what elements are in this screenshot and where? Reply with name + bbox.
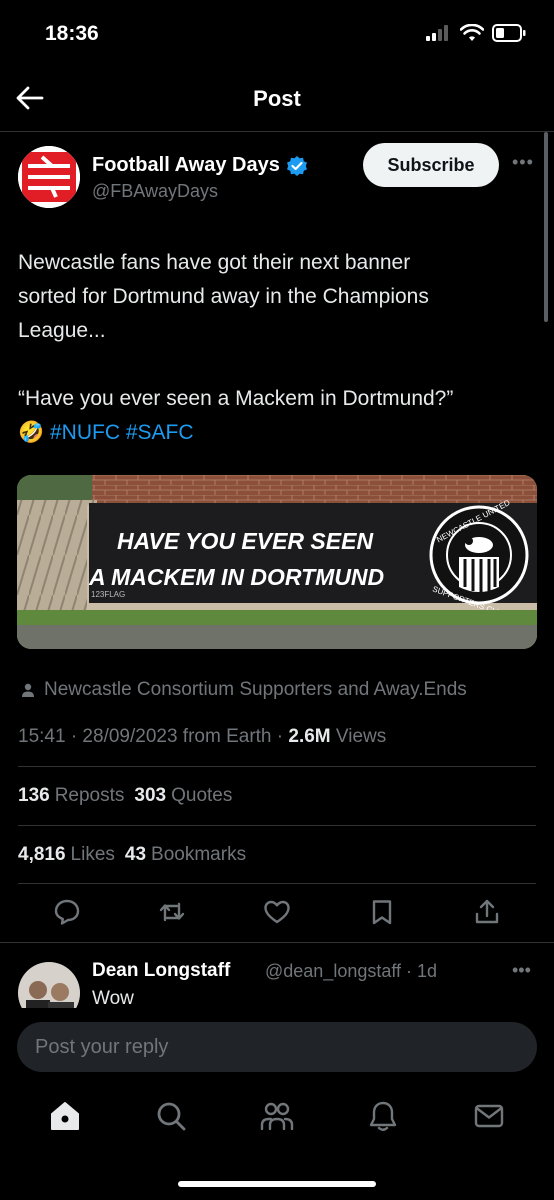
likes-stat[interactable]: 4,816 Likes [18,844,115,866]
author-handle[interactable]: @FBAwayDays [92,181,218,202]
hashtag-link[interactable]: #NUFC [50,421,120,444]
repost-button[interactable] [157,897,187,927]
bookmark-icon [372,900,392,925]
laughing-emoji: 🤣 [18,421,45,444]
notifications-icon [369,1101,397,1131]
tagged-users-text: Newcastle Consortium Supporters and Away… [44,679,467,700]
more-icon[interactable]: ••• [512,152,534,173]
reply-input[interactable] [17,1022,537,1072]
reposts-label: Reposts [54,785,125,806]
likes-label: Likes [70,844,115,865]
page-title: Post [253,86,301,111]
repost-stats: 136 Reposts 303 Quotes [18,785,232,807]
reply-text: Wow [92,988,134,1009]
communities-icon [260,1102,294,1131]
reply-author-name[interactable]: Dean Longstaff [92,960,230,982]
like-stats: 4,816 Likes 43 Bookmarks [18,844,246,866]
bookmarks-count: 43 [124,844,147,865]
likes-count: 4,816 [18,844,66,865]
reposts-count: 136 [18,785,50,806]
tagged-users[interactable]: Newcastle Consortium Supporters and Away… [20,679,467,701]
subscribe-button[interactable]: Subscribe [363,143,499,187]
quotes-label: Quotes [171,785,233,806]
post-timestamp: 15:41 · 28/09/2023 from Earth · [18,726,289,747]
signal-icon [426,25,448,41]
post-image[interactable]: HAVE YOU EVER SEEN A MACKEM IN DORTMUND … [17,475,537,649]
tab-home[interactable] [43,1094,87,1138]
share-button[interactable] [472,897,502,927]
home-indicator[interactable] [178,1181,376,1187]
search-icon [157,1102,186,1131]
banner-line-1: HAVE YOU EVER SEEN [117,528,373,554]
tab-search[interactable] [149,1094,193,1138]
post-text-line: Newcastle fans have got their next banne… [18,251,411,274]
status-time: 18:36 [45,22,99,45]
post-hashtag-line: 🤣 #NUFC #SAFC [18,416,528,450]
reposts-stat[interactable]: 136 Reposts [18,785,124,807]
tab-communities[interactable] [255,1094,299,1138]
bookmark-button[interactable] [367,897,397,927]
header-divider [0,131,554,132]
divider [18,883,536,884]
scrollbar[interactable] [544,132,548,322]
tab-bar [0,1094,554,1138]
rail-logo-icon [18,146,80,208]
author-name-text: Football Away Days [92,154,280,176]
post-text-line: League... [18,319,106,342]
hashtag-link[interactable]: #SAFC [126,421,194,444]
banner-photo: HAVE YOU EVER SEEN A MACKEM IN DORTMUND … [17,475,537,649]
home-icon [51,1102,79,1130]
reply-author-handle[interactable]: @dean_longstaff · 1d [265,961,437,982]
battery-icon [492,24,526,42]
bookmarks-stat[interactable]: 43 Bookmarks [125,844,246,866]
action-bar [18,897,536,927]
post-text: Newcastle fans have got their next banne… [18,246,528,450]
tab-notifications[interactable] [361,1094,405,1138]
person-icon [22,683,34,697]
post-meta: 15:41 · 28/09/2023 from Earth · 2.6M Vie… [18,726,386,748]
divider [18,766,536,767]
divider [0,942,554,943]
divider [18,825,536,826]
quotes-count: 303 [134,785,167,806]
banner-small-text: 123FLAG [91,590,125,599]
verified-badge-icon [286,155,307,176]
views-label: Views [335,726,387,747]
post-quote-line: “Have you ever seen a Mackem in Dortmund… [18,387,454,410]
more-icon[interactable]: ••• [512,960,531,981]
author-name[interactable]: Football Away Days [92,154,308,177]
like-icon [264,900,290,924]
wifi-icon [460,24,484,41]
share-icon [475,899,499,924]
author-avatar[interactable] [18,146,80,208]
repost-icon [159,902,185,922]
banner-line-2: A MACKEM IN DORTMUND [88,564,384,590]
messages-icon [474,1104,504,1128]
views-count: 2.6M [288,726,331,747]
reply-button[interactable] [52,897,82,927]
like-button[interactable] [262,897,292,927]
post-text-line: sorted for Dortmund away in the Champion… [18,285,429,308]
quotes-stat[interactable]: 303 Quotes [134,785,232,807]
tab-messages[interactable] [467,1094,511,1138]
reply-icon [54,899,80,925]
bookmarks-label: Bookmarks [151,844,247,865]
status-icons [426,24,526,42]
